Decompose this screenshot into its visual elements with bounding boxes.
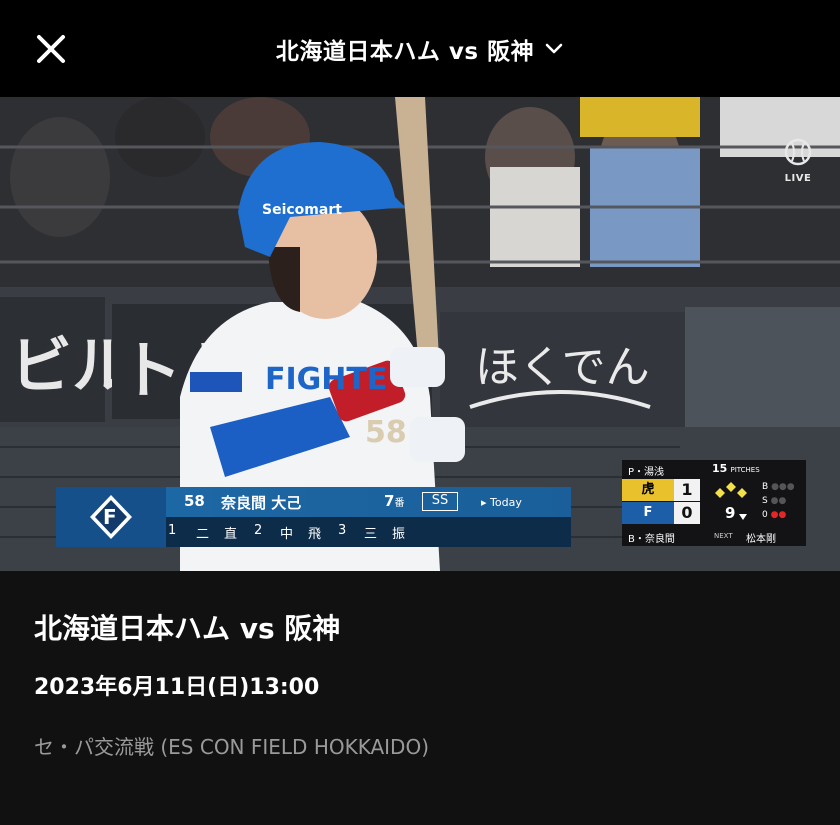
pitch-count-value: 15 bbox=[712, 462, 728, 475]
inning-bottom-icon bbox=[739, 514, 747, 520]
game-title: 北海道日本ハム vs 阪神 bbox=[34, 612, 341, 645]
batting-order-number: 7 bbox=[384, 492, 395, 510]
count-display: B ●●● S ●● 0 ●● bbox=[762, 482, 795, 520]
game-datetime: 2023年6月11日(日)13:00 bbox=[34, 675, 320, 700]
next-label: NEXT bbox=[714, 532, 733, 540]
history-item: 二 bbox=[196, 527, 210, 542]
game-selector[interactable]: 北海道日本ハム vs 阪神 bbox=[276, 32, 564, 66]
baseball-icon bbox=[784, 138, 812, 166]
history-item: 中 bbox=[280, 527, 294, 542]
balls-label: B bbox=[762, 482, 769, 492]
at-bat-history: 1 二 直 2 中 飛 3 三 振 bbox=[168, 523, 420, 542]
svg-text:Seicomart: Seicomart bbox=[262, 202, 342, 218]
pitch-count: 15 PITCHES bbox=[712, 462, 760, 475]
fighters-logo-icon: F bbox=[90, 495, 132, 539]
history-item: 1 bbox=[168, 523, 177, 538]
batter-label: B・奈良間 bbox=[628, 534, 675, 545]
game-info: 北海道日本ハム vs 阪神 2023年6月11日(日)13:00 セ・パ交流戦 … bbox=[0, 571, 840, 825]
top-bar: 北海道日本ハム vs 阪神 bbox=[0, 0, 840, 97]
pitch-count-label: PITCHES bbox=[730, 466, 760, 474]
position-badge: SS bbox=[422, 492, 458, 511]
pitcher-label: P・湯浅 bbox=[628, 467, 665, 478]
header-title: 北海道日本ハム vs 阪神 bbox=[275, 39, 535, 65]
svg-text:58: 58 bbox=[365, 415, 407, 450]
svg-text:FIGHTE: FIGHTE bbox=[265, 362, 387, 397]
svg-text:F: F bbox=[103, 505, 117, 529]
live-label: LIVE bbox=[784, 173, 812, 184]
next-batter: 松本剛 bbox=[746, 534, 776, 545]
video-player[interactable]: ビル トト ほくでん Seicomart FIGHTE 58 LIVE F 58… bbox=[0, 97, 840, 571]
team-row-fighters: F 0 bbox=[622, 502, 732, 524]
history-item: 飛 bbox=[308, 527, 322, 542]
batter-info-bar: F 58 奈良間 大己 7番 SS ▸ Today 1 二 直 2 中 飛 3 … bbox=[56, 487, 571, 547]
batter-name: 奈良間 大己 bbox=[221, 494, 302, 512]
bases-icon bbox=[715, 482, 747, 498]
team1-score: 1 bbox=[674, 479, 700, 501]
team2-score: 0 bbox=[674, 502, 700, 524]
today-label: ▸ Today bbox=[481, 496, 522, 509]
scoreboard: P・湯浅 15 PITCHES 虎 1 F 0 9 B ●●● S ●● 0 ●… bbox=[622, 460, 806, 546]
history-item: 3 bbox=[338, 523, 347, 538]
history-item: 三 bbox=[364, 527, 378, 542]
live-badge: LIVE bbox=[778, 137, 818, 184]
inning: 9 bbox=[725, 504, 736, 522]
history-item: 直 bbox=[224, 527, 238, 542]
history-item: 2 bbox=[254, 523, 263, 538]
game-subtitle: セ・パ交流戦 (ES CON FIELD HOKKAIDO) bbox=[34, 735, 429, 759]
batting-order-suffix: 番 bbox=[394, 498, 405, 509]
svg-text:ほくでん: ほくでん bbox=[475, 342, 650, 393]
tigers-logo-icon: 虎 bbox=[622, 479, 674, 501]
fighters-small-logo-icon: F bbox=[622, 502, 674, 524]
history-item: 振 bbox=[392, 527, 406, 542]
team-logo: F bbox=[56, 487, 166, 547]
strikes-label: S bbox=[762, 496, 768, 506]
batting-order: 7番 bbox=[384, 492, 404, 510]
outs-label: 0 bbox=[762, 510, 768, 520]
batter-number: 58 bbox=[184, 492, 205, 510]
chevron-down-icon bbox=[545, 43, 563, 54]
